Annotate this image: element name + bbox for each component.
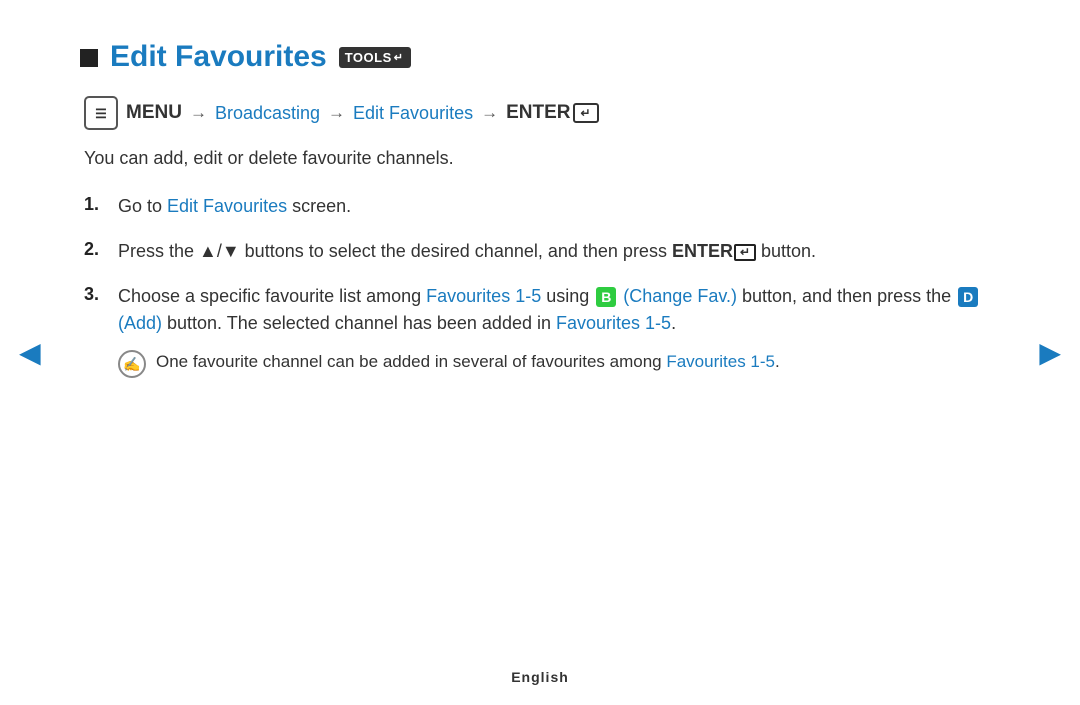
step-3-number: 3. bbox=[84, 283, 106, 305]
step-1-content: Go to Edit Favourites screen. bbox=[118, 193, 351, 220]
step-2-number: 2. bbox=[84, 238, 106, 260]
title-row: Edit Favourites TOOLS↵ bbox=[80, 40, 1000, 74]
title-square-icon bbox=[80, 49, 98, 67]
nav-arrow-left[interactable]: ◄ bbox=[12, 332, 48, 374]
note-content: One favourite channel can be added in se… bbox=[156, 349, 780, 375]
tools-arrow-icon: ↵ bbox=[394, 51, 404, 64]
step-2-content: Press the ▲/▼ buttons to select the desi… bbox=[118, 238, 816, 265]
description-text: You can add, edit or delete favourite ch… bbox=[80, 148, 1000, 169]
breadcrumb-menu: MENU bbox=[126, 102, 182, 124]
step-3-change-fav: (Change Fav.) bbox=[623, 286, 737, 306]
step-1-text-before: Go to bbox=[118, 196, 167, 216]
tools-badge: TOOLS↵ bbox=[339, 47, 412, 68]
steps-list: 1. Go to Edit Favourites screen. 2. Pres… bbox=[80, 193, 1000, 378]
key-b-badge: B bbox=[596, 287, 616, 307]
step-3-content: Choose a specific favourite list among F… bbox=[118, 283, 1000, 378]
step-1-link: Edit Favourites bbox=[167, 196, 287, 216]
note-favourites-link: Favourites 1-5 bbox=[666, 352, 775, 371]
note-row: ✍ One favourite channel can be added in … bbox=[118, 349, 1000, 378]
step-3-favourites-1: Favourites 1-5 bbox=[426, 286, 541, 306]
step-2-enter: ENTER bbox=[672, 241, 756, 261]
page-container: Edit Favourites TOOLS↵ ☰ MENU → Broadcas… bbox=[0, 0, 1080, 705]
step-3-add: (Add) bbox=[118, 313, 162, 333]
breadcrumb-enter: ENTER bbox=[506, 102, 598, 124]
nav-arrow-right[interactable]: ► bbox=[1032, 332, 1068, 374]
breadcrumb-arrow-3: → bbox=[481, 103, 498, 123]
breadcrumb-arrow-2: → bbox=[328, 103, 345, 123]
step-1: 1. Go to Edit Favourites screen. bbox=[84, 193, 1000, 220]
breadcrumb-edit-favourites: Edit Favourites bbox=[353, 103, 473, 124]
footer-language: English bbox=[511, 669, 569, 685]
tools-label: TOOLS bbox=[345, 50, 392, 65]
step-1-text-after: screen. bbox=[287, 196, 351, 216]
key-d-badge: D bbox=[958, 287, 978, 307]
page-title: Edit Favourites bbox=[110, 40, 327, 74]
step-2: 2. Press the ▲/▼ buttons to select the d… bbox=[84, 238, 1000, 265]
breadcrumb-arrow-1: → bbox=[190, 103, 207, 123]
step-3: 3. Choose a specific favourite list amon… bbox=[84, 283, 1000, 378]
note-icon: ✍ bbox=[118, 350, 146, 378]
breadcrumb-row: ☰ MENU → Broadcasting → Edit Favourites … bbox=[80, 96, 1000, 130]
breadcrumb-broadcasting: Broadcasting bbox=[215, 103, 320, 124]
menu-icon: ☰ bbox=[84, 96, 118, 130]
step-3-favourites-2: Favourites 1-5 bbox=[556, 313, 671, 333]
step-1-number: 1. bbox=[84, 193, 106, 215]
enter-key-icon bbox=[573, 103, 599, 123]
